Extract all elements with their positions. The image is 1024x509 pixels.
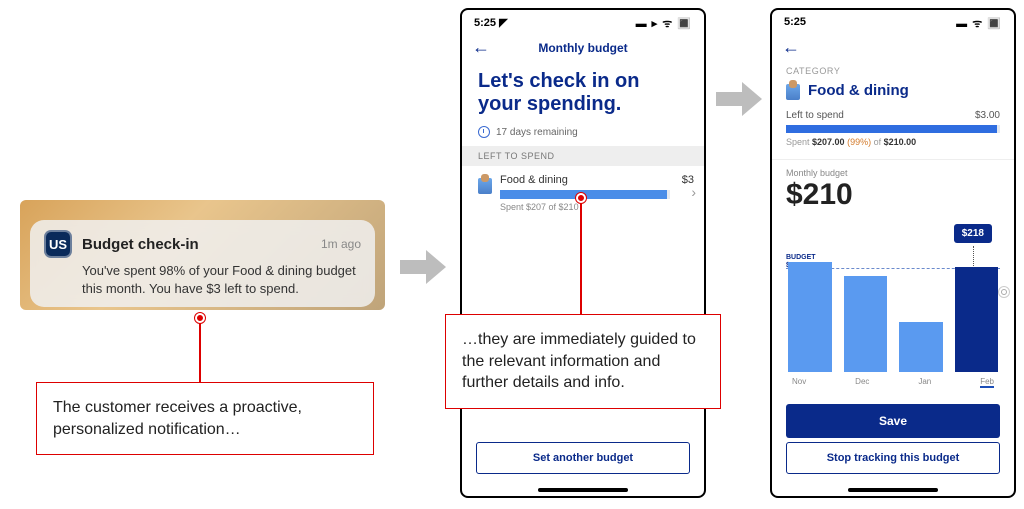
section-header: LEFT TO SPEND xyxy=(462,146,704,166)
phone-budget-overview: 5:25 ◤ ▬ ▸ ᯤ 🔳 ← Monthly budget Let's ch… xyxy=(460,8,706,498)
notification-body: You've spent 98% of your Food & dining b… xyxy=(82,262,361,297)
callout-left: The customer receives a proactive, perso… xyxy=(36,382,374,455)
progress-fill xyxy=(786,125,997,133)
callout-dot xyxy=(576,193,586,203)
value-bubble: $218 xyxy=(954,224,992,243)
status-icons: ▬ ᯤ 🔳 xyxy=(956,16,1002,31)
left-to-spend-label: Left to spend xyxy=(786,110,844,121)
chart-x-labels: Nov Dec Jan Feb xyxy=(786,377,1000,388)
category-name: Food & dining xyxy=(808,82,909,99)
clock-icon xyxy=(478,126,490,138)
status-icons: ▬ ▸ ᯤ 🔳 xyxy=(636,16,692,31)
status-time: 5:25 ◤ xyxy=(474,16,508,31)
notification-time: 1m ago xyxy=(321,237,361,251)
chart-bars xyxy=(786,252,1000,372)
page-title: Monthly budget xyxy=(462,41,704,55)
grocery-bag-icon xyxy=(786,80,800,100)
category-label: CATEGORY xyxy=(772,64,1014,80)
arrow-icon xyxy=(400,250,446,284)
progress-bar xyxy=(786,125,1000,133)
budget-item-name: Food & dining xyxy=(500,174,568,186)
notification-title: Budget check-in xyxy=(82,236,321,253)
grocery-bag-icon xyxy=(478,174,492,194)
status-bar: 5:25 ◤ ▬ ▸ ᯤ 🔳 xyxy=(462,10,704,33)
home-indicator xyxy=(848,488,938,492)
chevron-right-icon: › xyxy=(691,184,696,200)
headline: Let's check in on your spending. xyxy=(462,64,704,126)
stop-tracking-button[interactable]: Stop tracking this budget xyxy=(786,442,1000,474)
callout-dot xyxy=(195,313,205,323)
callout-middle: …they are immediately guided to the rele… xyxy=(445,314,721,409)
bar-nov xyxy=(788,262,832,372)
set-another-budget-button[interactable]: Set another budget xyxy=(476,442,690,474)
arrow-icon xyxy=(716,82,762,116)
app-icon: US xyxy=(44,230,72,258)
push-notification[interactable]: US Budget check-in 1m ago You've spent 9… xyxy=(30,220,375,307)
monthly-budget-amount: $210 xyxy=(772,178,1014,218)
spent-line: Spent $207 of $210 xyxy=(500,202,694,212)
back-button[interactable]: ← xyxy=(782,37,800,58)
callout-line xyxy=(199,323,201,383)
days-remaining: 17 days remaining xyxy=(462,126,704,146)
bar-dec xyxy=(844,276,888,372)
divider xyxy=(772,159,1014,160)
status-time: 5:25 xyxy=(784,16,806,31)
spending-chart: $218 BUDGET $210 Nov Dec Jan Feb xyxy=(786,218,1000,388)
callout-line xyxy=(580,203,582,315)
bar-jan xyxy=(899,322,943,372)
home-indicator xyxy=(538,488,628,492)
left-to-spend-value: $3.00 xyxy=(975,110,1000,121)
bar-feb xyxy=(955,267,999,372)
monthly-budget-label: Monthly budget xyxy=(772,168,1014,178)
notification-background: US Budget check-in 1m ago You've spent 9… xyxy=(20,200,385,310)
status-bar: 5:25 ▬ ᯤ 🔳 xyxy=(772,10,1014,33)
spent-summary: Spent $207.00 (99%) of $210.00 xyxy=(772,137,1014,155)
save-button[interactable]: Save xyxy=(786,404,1000,438)
phone-budget-detail: 5:25 ▬ ᯤ 🔳 ← CATEGORY Food & dining Left… xyxy=(770,8,1016,498)
